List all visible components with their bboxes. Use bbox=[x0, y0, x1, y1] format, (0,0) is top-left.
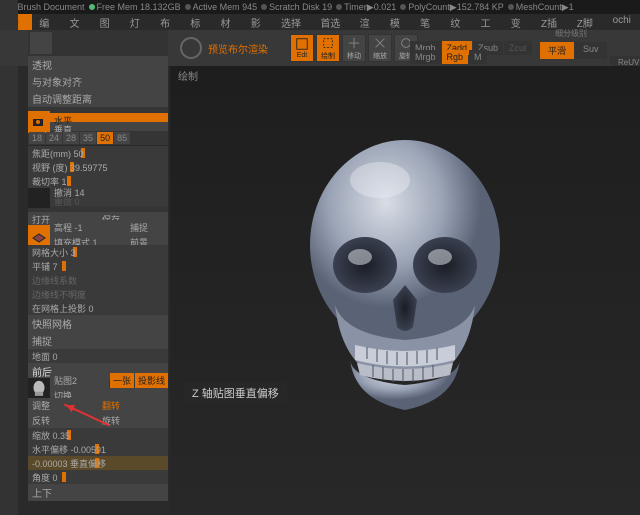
scale-slider[interactable]: 缩放 0.35 bbox=[28, 428, 168, 442]
menu-picker[interactable]: 选择器 bbox=[276, 14, 313, 30]
menu-transform[interactable]: 变换 bbox=[506, 14, 534, 30]
menu-tool[interactable]: 工具 bbox=[476, 14, 504, 30]
ground-slider[interactable]: 地面 0 bbox=[28, 349, 168, 363]
menu-layer[interactable]: 图层 bbox=[95, 14, 123, 30]
dynamic-icon[interactable] bbox=[30, 32, 52, 54]
mrgb2-button[interactable]: Mrgb bbox=[410, 50, 441, 64]
menu-layout[interactable]: 布局 bbox=[155, 14, 183, 30]
menu-render[interactable]: 渲染 bbox=[355, 14, 383, 30]
autoadjust-button[interactable]: 自动调整距离 bbox=[28, 90, 168, 107]
menu-edit[interactable]: 编辑 bbox=[34, 14, 62, 30]
menu-template[interactable]: 模板 bbox=[385, 14, 413, 30]
suv-button[interactable]: Suv bbox=[575, 42, 607, 59]
snapgrid-button[interactable]: 快照网格 bbox=[28, 315, 168, 332]
menu-movie[interactable]: 影片 bbox=[246, 14, 274, 30]
move-button[interactable]: 移动 bbox=[342, 34, 366, 62]
hoffset-slider[interactable]: 水平偏移 -0.00591 bbox=[28, 442, 168, 456]
m-button[interactable]: M bbox=[469, 50, 487, 64]
capture-button[interactable]: 捕捉 bbox=[28, 332, 168, 349]
horizontal-button[interactable]: 水平 bbox=[50, 113, 168, 122]
subdiv-label: 细分级别 bbox=[555, 28, 587, 39]
menu-bar: 绘制 编辑 文件 图层 灯光 布局 标记 材质 影片 选择器 首选项 渲染 模板… bbox=[0, 14, 640, 30]
viewport-title: 绘制 bbox=[178, 68, 198, 83]
menu-stroke[interactable]: 笔触 bbox=[415, 14, 443, 30]
viewport[interactable]: 绘制 Z 轴贴图垂直偏移 bbox=[170, 66, 640, 515]
focal-slider[interactable]: 焦距(mm) 50 bbox=[28, 146, 168, 160]
tile-slider[interactable]: 平铺 7 bbox=[28, 259, 168, 273]
scale-button[interactable]: 缩放 bbox=[368, 34, 392, 62]
redo-slider[interactable]: 重做 0 bbox=[50, 197, 168, 206]
vertical-button[interactable]: 垂直 bbox=[50, 122, 168, 131]
status-bar: ZBrush Document Free Mem 18.132GB Active… bbox=[0, 0, 640, 14]
live-boolean-label[interactable]: 预览布尔渲染 bbox=[208, 41, 268, 56]
align-button[interactable]: 与对象对齐 bbox=[28, 73, 168, 90]
smooth-button[interactable]: 平滑 bbox=[540, 42, 574, 59]
floor-icon[interactable] bbox=[28, 225, 50, 247]
rgb-button[interactable]: Rgb bbox=[442, 50, 469, 64]
brush-preview-icon[interactable] bbox=[180, 37, 202, 59]
draw-button[interactable]: 绘制 bbox=[316, 34, 340, 62]
menu-ochi[interactable]: ochi bbox=[608, 14, 636, 30]
draw-panel: 透视 与对象对齐 自动调整距离 水平 垂直 18 24 28 35 50 85 … bbox=[28, 30, 168, 501]
projgrid-slider[interactable]: 在网格上投影 0 bbox=[28, 301, 168, 315]
menu-pref[interactable]: 首选项 bbox=[315, 14, 352, 30]
focal-presets: 18 24 28 35 50 85 bbox=[28, 131, 168, 146]
edit-button[interactable]: Edt bbox=[290, 34, 314, 62]
gridsize-slider[interactable]: 网格大小 3 bbox=[28, 245, 168, 259]
clip-slider[interactable]: 裁切率 1 bbox=[28, 174, 168, 188]
menu-light[interactable]: 灯光 bbox=[125, 14, 153, 30]
left-rail bbox=[0, 0, 18, 515]
zcut-button[interactable]: Zcut bbox=[504, 41, 532, 55]
edge2-slider[interactable]: 边缘线不明度 bbox=[28, 287, 168, 301]
skull-model[interactable] bbox=[285, 135, 525, 435]
tooltip: Z 轴贴图垂直偏移 bbox=[184, 382, 287, 404]
voffset-slider[interactable]: -0.00003 垂直偏移 bbox=[28, 456, 168, 470]
persp-button[interactable]: 透视 bbox=[28, 56, 168, 73]
texture-thumb[interactable] bbox=[28, 378, 50, 400]
edge1-slider[interactable]: 边缘线系数 bbox=[28, 273, 168, 287]
angle-slider[interactable]: 角度 0 bbox=[28, 470, 168, 484]
camera-icon[interactable] bbox=[28, 111, 50, 133]
menu-mark[interactable]: 标记 bbox=[185, 14, 213, 30]
menu-file[interactable]: 文件 bbox=[64, 14, 92, 30]
menu-material[interactable]: 材质 bbox=[216, 14, 244, 30]
history-icon[interactable] bbox=[28, 186, 50, 208]
fov-slider[interactable]: 视野 (度) 39.59775 bbox=[28, 160, 168, 174]
menu-texture[interactable]: 纹理 bbox=[445, 14, 473, 30]
updown-button[interactable]: 上下 bbox=[28, 484, 168, 501]
